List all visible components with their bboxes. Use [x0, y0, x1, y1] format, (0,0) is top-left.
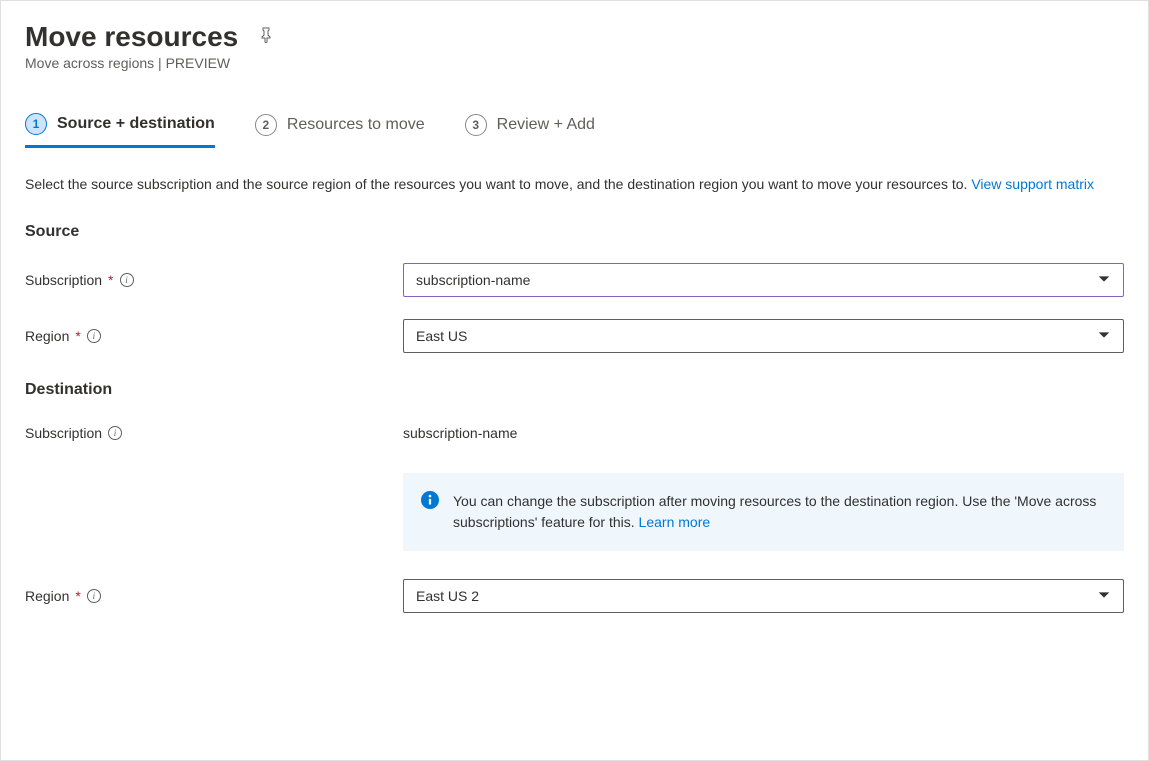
source-region-dropdown[interactable]: East US — [403, 319, 1124, 353]
source-region-row: Region * i East US — [25, 319, 1124, 353]
dropdown-value: East US 2 — [416, 588, 479, 604]
info-icon[interactable]: i — [108, 426, 122, 440]
view-support-matrix-link[interactable]: View support matrix — [971, 176, 1094, 192]
page-title: Move resources — [25, 21, 238, 53]
destination-heading: Destination — [25, 381, 1124, 399]
tab-source-destination[interactable]: 1 Source + destination — [25, 113, 215, 148]
banner-text: You can change the subscription after mo… — [453, 493, 1096, 530]
label-text: Region — [25, 588, 69, 604]
source-subscription-row: Subscription * i subscription-name — [25, 263, 1124, 297]
required-indicator: * — [108, 272, 113, 288]
tab-number: 1 — [25, 113, 47, 135]
description-text: Select the source subscription and the s… — [25, 176, 971, 192]
source-region-control: East US — [403, 319, 1124, 353]
page-description: Select the source subscription and the s… — [25, 174, 1124, 195]
label-text: Region — [25, 328, 69, 344]
dropdown-value: East US — [416, 328, 467, 344]
source-subscription-control: subscription-name — [403, 263, 1124, 297]
destination-region-row: Region * i East US 2 — [25, 579, 1124, 613]
info-banner: You can change the subscription after mo… — [403, 473, 1124, 551]
destination-subscription-row: Subscription i subscription-name — [25, 421, 1124, 445]
tab-label: Review + Add — [497, 116, 595, 134]
info-icon — [421, 491, 439, 509]
learn-more-link[interactable]: Learn more — [639, 514, 711, 530]
label-text: Subscription — [25, 425, 102, 441]
source-subscription-dropdown[interactable]: subscription-name — [403, 263, 1124, 297]
info-banner-text: You can change the subscription after mo… — [453, 491, 1106, 533]
source-heading: Source — [25, 223, 1124, 241]
tab-label: Resources to move — [287, 116, 425, 134]
dropdown-value: subscription-name — [416, 272, 530, 288]
tab-resources-to-move[interactable]: 2 Resources to move — [255, 113, 425, 147]
tab-review-add[interactable]: 3 Review + Add — [465, 113, 595, 147]
wizard-tabs: 1 Source + destination 2 Resources to mo… — [25, 113, 1124, 148]
header-row: Move resources — [25, 21, 1124, 53]
chevron-down-icon — [1097, 328, 1111, 345]
required-indicator: * — [75, 588, 80, 604]
info-icon[interactable]: i — [87, 329, 101, 343]
chevron-down-icon — [1097, 272, 1111, 289]
destination-region-dropdown[interactable]: East US 2 — [403, 579, 1124, 613]
source-region-label: Region * i — [25, 328, 403, 344]
destination-subscription-label: Subscription i — [25, 425, 403, 441]
tab-number: 3 — [465, 114, 487, 136]
static-text: subscription-name — [403, 421, 1124, 445]
page-container: Move resources Move across regions | PRE… — [1, 1, 1148, 633]
destination-region-label: Region * i — [25, 588, 403, 604]
chevron-down-icon — [1097, 588, 1111, 605]
info-icon[interactable]: i — [120, 273, 134, 287]
source-subscription-label: Subscription * i — [25, 272, 403, 288]
page-subtitle: Move across regions | PREVIEW — [25, 55, 1124, 71]
tab-number: 2 — [255, 114, 277, 136]
tab-label: Source + destination — [57, 115, 215, 133]
info-icon[interactable]: i — [87, 589, 101, 603]
required-indicator: * — [75, 328, 80, 344]
destination-subscription-value: subscription-name — [403, 421, 1124, 445]
destination-region-control: East US 2 — [403, 579, 1124, 613]
label-text: Subscription — [25, 272, 102, 288]
pin-icon[interactable] — [258, 27, 274, 48]
